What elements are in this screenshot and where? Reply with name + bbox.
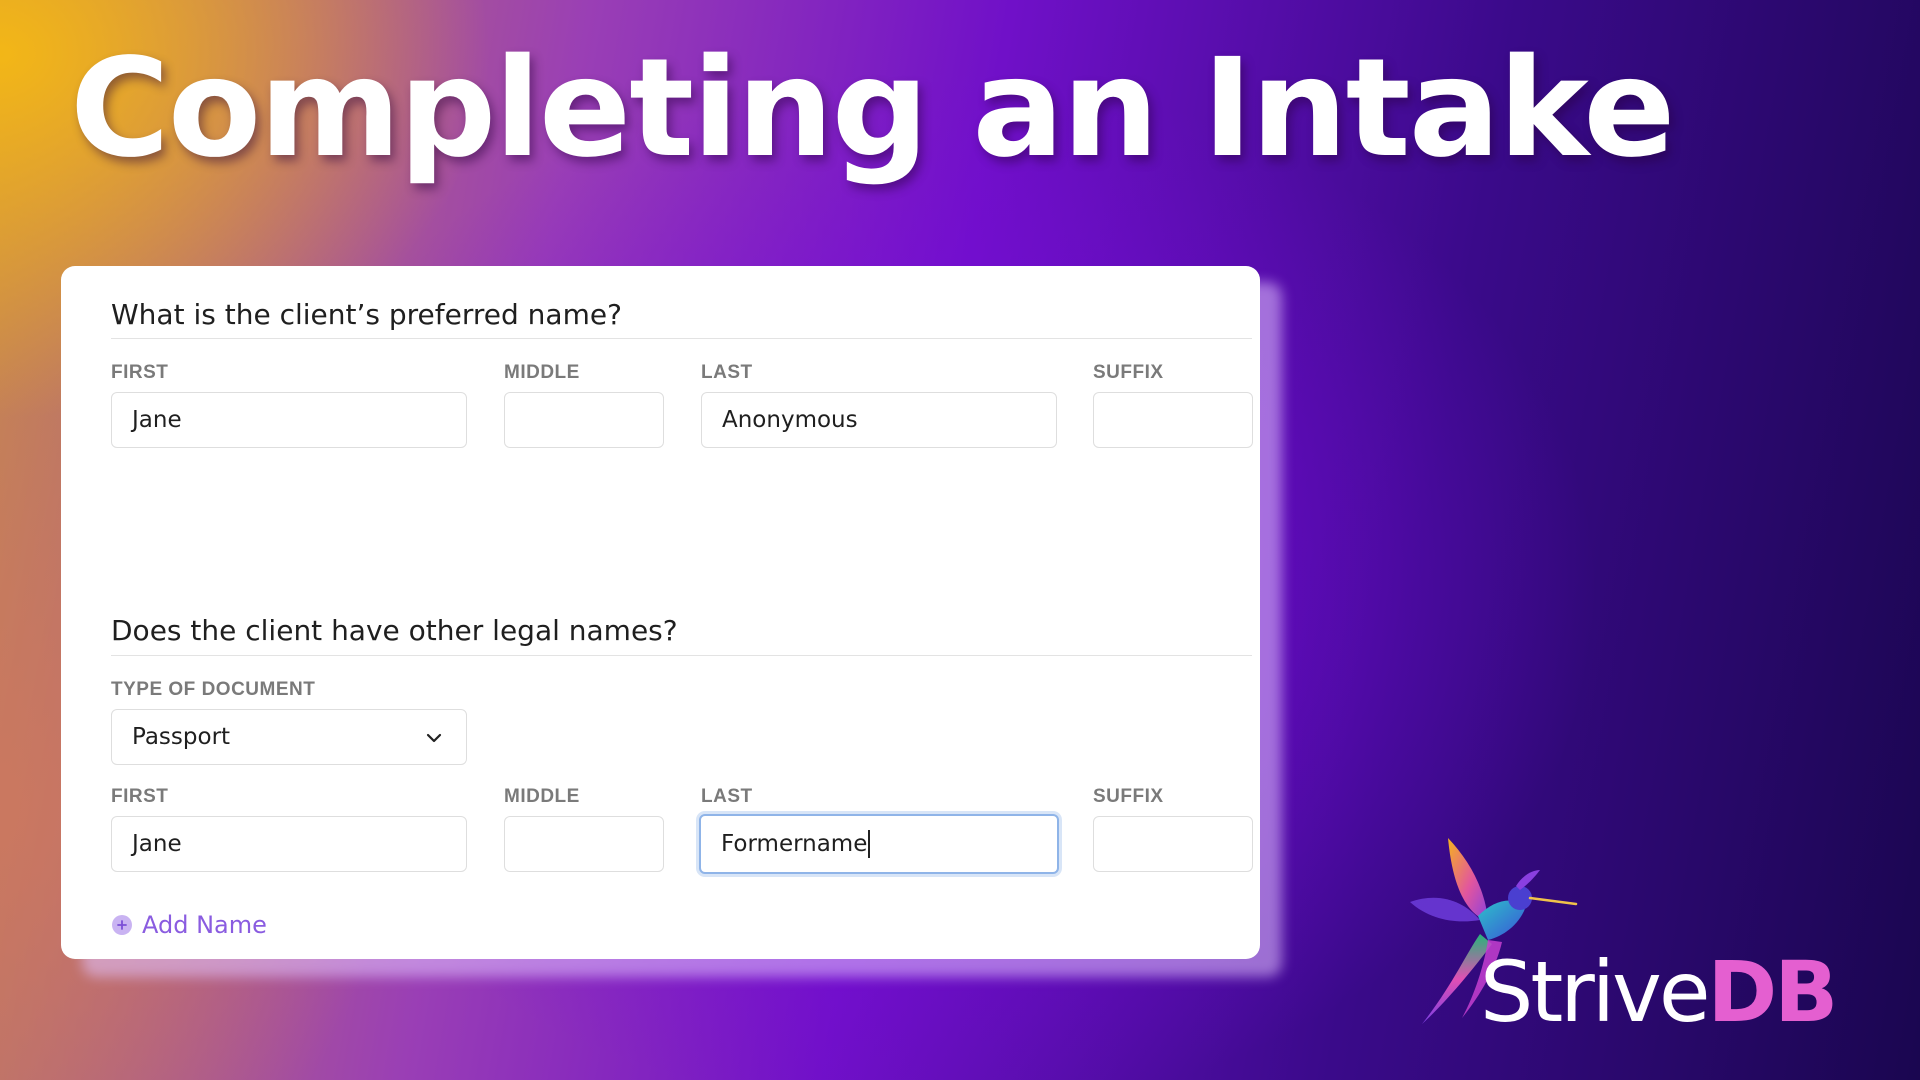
document-type-label: TYPE OF DOCUMENT <box>111 679 316 700</box>
preferred-last-label: LAST <box>701 362 753 383</box>
add-name-button[interactable]: Add Name <box>112 911 267 939</box>
text-caret <box>868 830 871 858</box>
chevron-down-icon <box>426 733 442 743</box>
brand-wordmark: StriveDB <box>1480 950 1838 1034</box>
preferred-first-value: Jane <box>132 407 182 433</box>
document-type-select[interactable]: Passport <box>111 709 467 765</box>
section-divider <box>111 338 1252 339</box>
preferred-last-input[interactable]: Anonymous <box>701 392 1057 448</box>
legal-middle-input[interactable] <box>504 816 664 872</box>
preferred-middle-label: MIDDLE <box>504 362 580 383</box>
preferred-last-value: Anonymous <box>722 407 858 433</box>
brand-name-part1: Strive <box>1480 943 1711 1041</box>
legal-last-label: LAST <box>701 786 753 807</box>
brand-name-part2: DB <box>1707 943 1839 1041</box>
legal-first-value: Jane <box>132 831 182 857</box>
document-type-value: Passport <box>132 724 231 750</box>
legal-suffix-input[interactable] <box>1093 816 1253 872</box>
legal-last-input[interactable]: Formername <box>699 814 1059 874</box>
legal-first-input[interactable]: Jane <box>111 816 467 872</box>
preferred-first-input[interactable]: Jane <box>111 392 467 448</box>
intake-form-card: What is the client’s preferred name? FIR… <box>61 266 1260 959</box>
legal-names-question: Does the client have other legal names? <box>111 614 678 647</box>
preferred-first-label: FIRST <box>111 362 169 383</box>
preferred-name-question: What is the client’s preferred name? <box>111 298 622 331</box>
legal-last-value: Formername <box>721 831 868 857</box>
legal-middle-label: MIDDLE <box>504 786 580 807</box>
add-name-label: Add Name <box>142 911 267 939</box>
preferred-middle-input[interactable] <box>504 392 664 448</box>
plus-circle-icon <box>112 915 132 935</box>
preferred-suffix-label: SUFFIX <box>1093 362 1164 383</box>
page-headline: Completing an Intake <box>70 30 1675 188</box>
preferred-suffix-input[interactable] <box>1093 392 1253 448</box>
legal-first-label: FIRST <box>111 786 169 807</box>
section-divider <box>111 655 1252 656</box>
legal-suffix-label: SUFFIX <box>1093 786 1164 807</box>
